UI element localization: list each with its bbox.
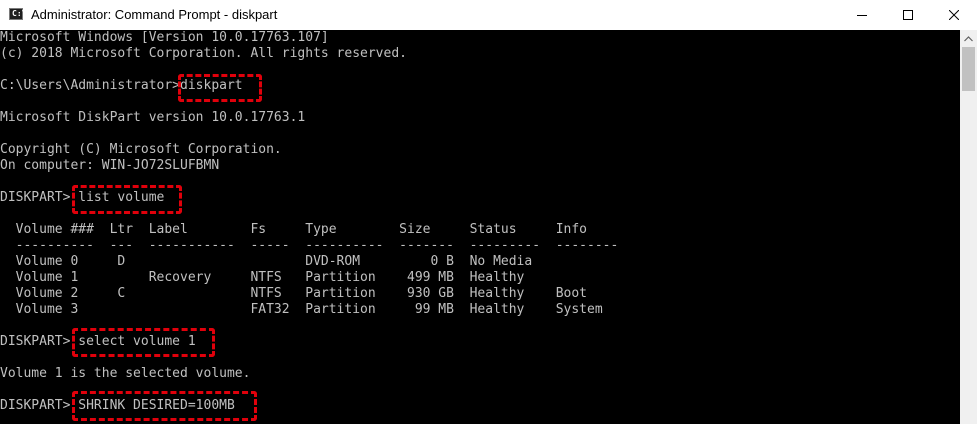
console-line: Copyright (C) Microsoft Corporation. — [0, 142, 282, 157]
scroll-up-button[interactable] — [960, 30, 977, 47]
table-row: Volume 0 D DVD-ROM 0 B No Media — [0, 254, 533, 269]
console-line: (c) 2018 Microsoft Corporation. All righ… — [0, 46, 407, 61]
table-row: Volume 3 FAT32 Partition 99 MB Healthy S… — [0, 302, 603, 317]
chevron-up-icon — [964, 35, 973, 41]
command-highlight-list-volume — [72, 185, 182, 214]
table-separator-row: ---------- --- ----------- ----- -------… — [0, 238, 619, 253]
window-title: Administrator: Command Prompt - diskpart — [31, 7, 278, 22]
console-line: Volume 1 is the selected volume. — [0, 366, 251, 381]
table-row: Volume 2 C NTFS Partition 930 GB Healthy… — [0, 286, 587, 301]
vertical-scrollbar[interactable] — [960, 30, 977, 424]
command-prompt-window: C:\ Administrator: Command Prompt - disk… — [0, 0, 977, 424]
console-line: Microsoft DiskPart version 10.0.17763.1 — [0, 110, 306, 125]
console-line: Microsoft Windows [Version 10.0.17763.10… — [0, 30, 329, 45]
command-highlight-shrink — [72, 391, 257, 421]
console-line: On computer: WIN-JO72SLUFBMN — [0, 158, 220, 173]
maximize-button[interactable] — [885, 0, 931, 30]
command-prompt-icon: C:\ — [9, 8, 27, 20]
console-output[interactable]: Microsoft Windows [Version 10.0.17763.10… — [0, 30, 960, 424]
title-bar[interactable]: C:\ Administrator: Command Prompt - disk… — [0, 0, 977, 30]
command-prompt-icon-label: C:\ — [12, 9, 27, 18]
command-highlight-select-volume — [72, 328, 215, 357]
maximize-icon — [903, 10, 913, 20]
minimize-icon — [857, 15, 867, 16]
close-icon — [949, 10, 959, 20]
command-highlight-diskpart — [178, 74, 262, 102]
table-header-row: Volume ### Ltr Label Fs Type Size Status… — [0, 222, 587, 237]
minimize-button[interactable] — [839, 0, 885, 30]
close-button[interactable] — [931, 0, 977, 30]
scrollbar-thumb[interactable] — [962, 47, 975, 91]
table-row: Volume 1 Recovery NTFS Partition 499 MB … — [0, 270, 525, 285]
